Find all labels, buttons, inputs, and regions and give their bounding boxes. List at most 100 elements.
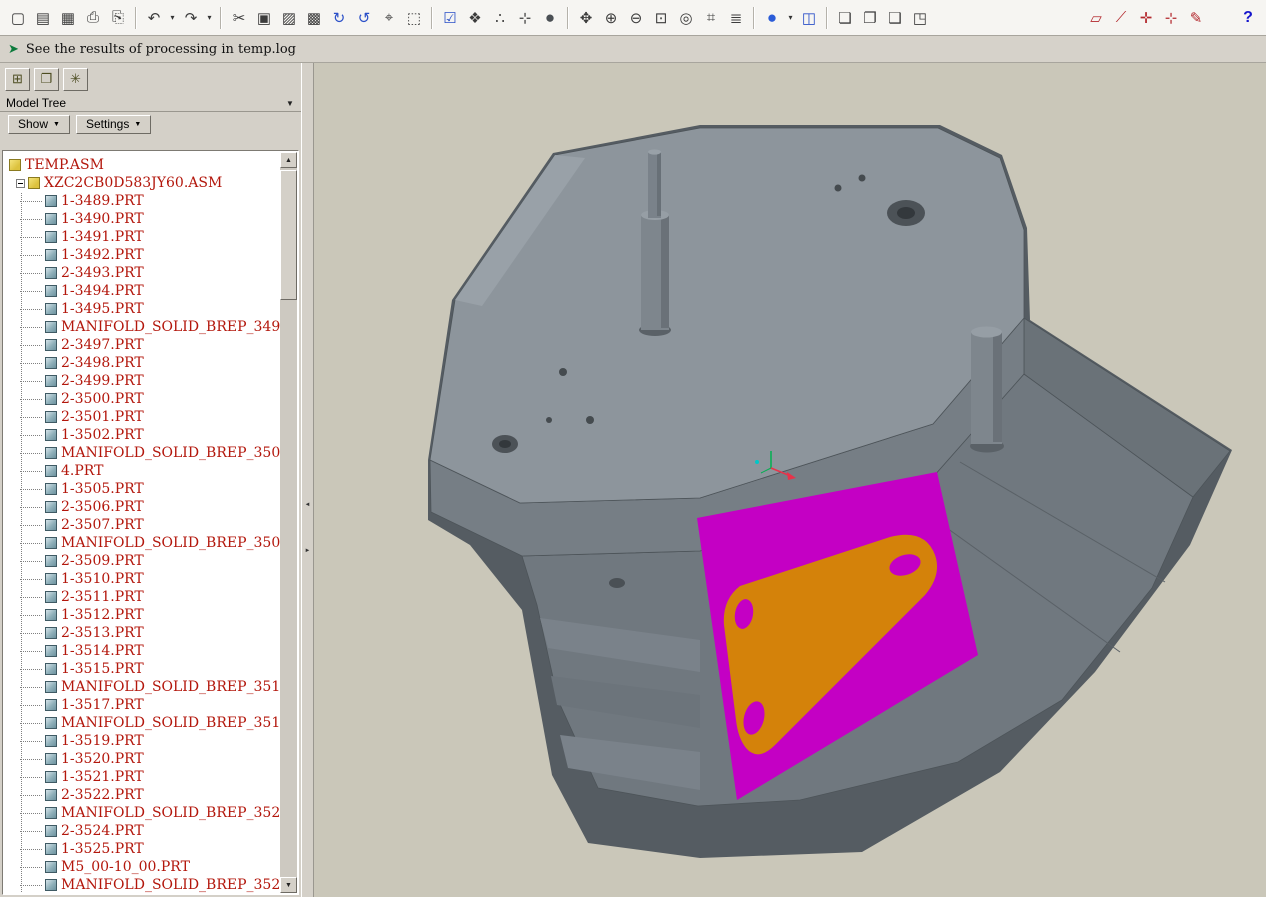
3d-viewport[interactable] bbox=[314, 63, 1266, 897]
tree-item[interactable]: MANIFOLD_SOLID_BREP_3516.PRT bbox=[4, 678, 282, 696]
point-display-button[interactable]: ∴ bbox=[488, 6, 512, 30]
tree-item-assembly[interactable]: XZC2CB0D583JY60.ASM bbox=[4, 174, 282, 192]
regenerate-button[interactable]: ↻ bbox=[327, 6, 351, 30]
copy-button[interactable]: ▣ bbox=[252, 6, 276, 30]
window-activate-button[interactable]: ◳ bbox=[908, 6, 932, 30]
tree-item[interactable]: 1-3495.PRT bbox=[4, 300, 282, 318]
select-region-button[interactable]: ⬚ bbox=[402, 6, 426, 30]
spin-center-button[interactable]: ● bbox=[538, 6, 562, 30]
tree-item[interactable]: M5_00-10_00.PRT bbox=[4, 858, 282, 876]
settings-button[interactable]: Settings ▼ bbox=[75, 114, 152, 134]
axis-display-button[interactable]: ❖ bbox=[463, 6, 487, 30]
help-button[interactable]: ? bbox=[1236, 6, 1260, 30]
print-button[interactable]: ⎙ bbox=[81, 6, 105, 30]
tree-item[interactable]: 1-3502.PRT bbox=[4, 426, 282, 444]
saved-views-button[interactable]: ⌗ bbox=[699, 6, 723, 30]
create-datum-plane-button[interactable]: ▱ bbox=[1084, 6, 1108, 30]
csys-display-button[interactable]: ⊹ bbox=[513, 6, 537, 30]
tree-item[interactable]: 1-3525.PRT bbox=[4, 840, 282, 858]
tree-item[interactable]: 4.PRT bbox=[4, 462, 282, 480]
panel-splitter[interactable]: ◄ ► bbox=[301, 63, 314, 897]
undo-menu-button[interactable]: ▾ bbox=[167, 6, 178, 30]
tree-copy-button[interactable]: ❐ bbox=[34, 67, 59, 91]
tree-item[interactable]: 1-3512.PRT bbox=[4, 606, 282, 624]
tree-item-root[interactable]: TEMP.ASM bbox=[4, 156, 282, 174]
tree-item[interactable]: 1-3520.PRT bbox=[4, 750, 282, 768]
tree-scrollbar[interactable]: ▲ ▼ bbox=[280, 152, 297, 893]
tree-item[interactable]: 2-3509.PRT bbox=[4, 552, 282, 570]
print-setup-button[interactable]: ⎘ bbox=[106, 6, 130, 30]
undo-button[interactable]: ↶ bbox=[142, 6, 166, 30]
new-file-button[interactable]: ▢ bbox=[6, 6, 30, 30]
scroll-up-button[interactable]: ▲ bbox=[280, 152, 297, 168]
tree-item[interactable]: 2-3524.PRT bbox=[4, 822, 282, 840]
tree-item[interactable]: 1-3517.PRT bbox=[4, 696, 282, 714]
paste-special-button[interactable]: ▩ bbox=[302, 6, 326, 30]
scroll-down-button[interactable]: ▼ bbox=[280, 877, 297, 893]
tree-item[interactable]: 2-3500.PRT bbox=[4, 390, 282, 408]
tree-item[interactable]: MANIFOLD_SOLID_BREP_3527.PRT bbox=[4, 876, 282, 893]
tree-item[interactable]: 2-3507.PRT bbox=[4, 516, 282, 534]
shaded-display-button[interactable]: ● bbox=[760, 6, 784, 30]
window-tile-button[interactable]: ❐ bbox=[858, 6, 882, 30]
tree-item[interactable]: 2-3493.PRT bbox=[4, 264, 282, 282]
model-tree[interactable]: TEMP.ASM XZC2CB0D583JY60.ASM 1-3489.PRT 1… bbox=[4, 152, 297, 893]
zoom-out-button[interactable]: ⊖ bbox=[624, 6, 648, 30]
tree-item[interactable]: 1-3490.PRT bbox=[4, 210, 282, 228]
tree-item[interactable]: 1-3492.PRT bbox=[4, 246, 282, 264]
tree-item[interactable]: 2-3499.PRT bbox=[4, 372, 282, 390]
tree-item[interactable]: 1-3519.PRT bbox=[4, 732, 282, 750]
open-file-button[interactable]: ▤ bbox=[31, 6, 55, 30]
tree-item[interactable]: 2-3497.PRT bbox=[4, 336, 282, 354]
tree-view-toggle-button[interactable]: ⊞ bbox=[5, 67, 30, 91]
tree-item[interactable]: MANIFOLD_SOLID_BREP_3523.PRT bbox=[4, 804, 282, 822]
tree-item[interactable]: MANIFOLD_SOLID_BREP_3518.PRT bbox=[4, 714, 282, 732]
create-datum-axis-button[interactable]: ⟋ bbox=[1109, 6, 1133, 30]
tree-item[interactable]: 2-3522.PRT bbox=[4, 786, 282, 804]
tree-item[interactable]: 2-3498.PRT bbox=[4, 354, 282, 372]
display-menu-button[interactable]: ▾ bbox=[785, 6, 796, 30]
redo-button[interactable]: ↷ bbox=[179, 6, 203, 30]
collapse-panel-button[interactable]: ◄ bbox=[302, 493, 313, 517]
tree-item[interactable]: 2-3506.PRT bbox=[4, 498, 282, 516]
layers-button[interactable]: ≣ bbox=[724, 6, 748, 30]
tree-item[interactable]: 2-3501.PRT bbox=[4, 408, 282, 426]
tree-item[interactable]: MANIFOLD_SOLID_BREP_3508.PRT bbox=[4, 534, 282, 552]
find-button[interactable]: ⌖ bbox=[377, 6, 401, 30]
save-file-button[interactable]: ▦ bbox=[56, 6, 80, 30]
tree-item[interactable]: 1-3521.PRT bbox=[4, 768, 282, 786]
auto-regenerate-button[interactable]: ↺ bbox=[352, 6, 376, 30]
window-cascade-button[interactable]: ❏ bbox=[833, 6, 857, 30]
tree-item[interactable]: MANIFOLD_SOLID_BREP_3503.PRT bbox=[4, 444, 282, 462]
guide-pin-right[interactable] bbox=[970, 326, 1004, 453]
tree-item[interactable]: 1-3489.PRT bbox=[4, 192, 282, 210]
chevron-down-icon[interactable]: ▼ bbox=[283, 99, 297, 108]
window-new-button[interactable]: ❑ bbox=[883, 6, 907, 30]
model-display-button[interactable]: ◫ bbox=[797, 6, 821, 30]
expand-panel-button[interactable]: ► bbox=[302, 539, 313, 563]
scrollbar-thumb[interactable] bbox=[280, 170, 297, 300]
tree-item[interactable]: MANIFOLD_SOLID_BREP_3496.PRT bbox=[4, 318, 282, 336]
orient-button[interactable]: ◎ bbox=[674, 6, 698, 30]
tree-item[interactable]: 2-3511.PRT bbox=[4, 588, 282, 606]
tree-refresh-button[interactable]: ✳ bbox=[63, 67, 88, 91]
tree-item[interactable]: 1-3494.PRT bbox=[4, 282, 282, 300]
tree-item[interactable]: 1-3515.PRT bbox=[4, 660, 282, 678]
create-sketch-button[interactable]: ✎ bbox=[1184, 6, 1208, 30]
tree-item[interactable]: 2-3513.PRT bbox=[4, 624, 282, 642]
create-datum-point-button[interactable]: ✛ bbox=[1134, 6, 1158, 30]
refit-button[interactable]: ⊡ bbox=[649, 6, 673, 30]
cut-button[interactable]: ✂ bbox=[227, 6, 251, 30]
create-datum-csys-button[interactable]: ⊹ bbox=[1159, 6, 1183, 30]
tree-item[interactable]: 1-3510.PRT bbox=[4, 570, 282, 588]
redo-menu-button[interactable]: ▾ bbox=[204, 6, 215, 30]
tree-item[interactable]: 1-3514.PRT bbox=[4, 642, 282, 660]
datum-display-button[interactable]: ☑ bbox=[438, 6, 462, 30]
tree-item[interactable]: 1-3505.PRT bbox=[4, 480, 282, 498]
zoom-in-button[interactable]: ⊕ bbox=[599, 6, 623, 30]
tree-item[interactable]: 1-3491.PRT bbox=[4, 228, 282, 246]
paste-button[interactable]: ▨ bbox=[277, 6, 301, 30]
collapse-toggle[interactable] bbox=[16, 178, 25, 188]
pan-button[interactable]: ✥ bbox=[574, 6, 598, 30]
show-button[interactable]: Show ▼ bbox=[8, 114, 70, 134]
